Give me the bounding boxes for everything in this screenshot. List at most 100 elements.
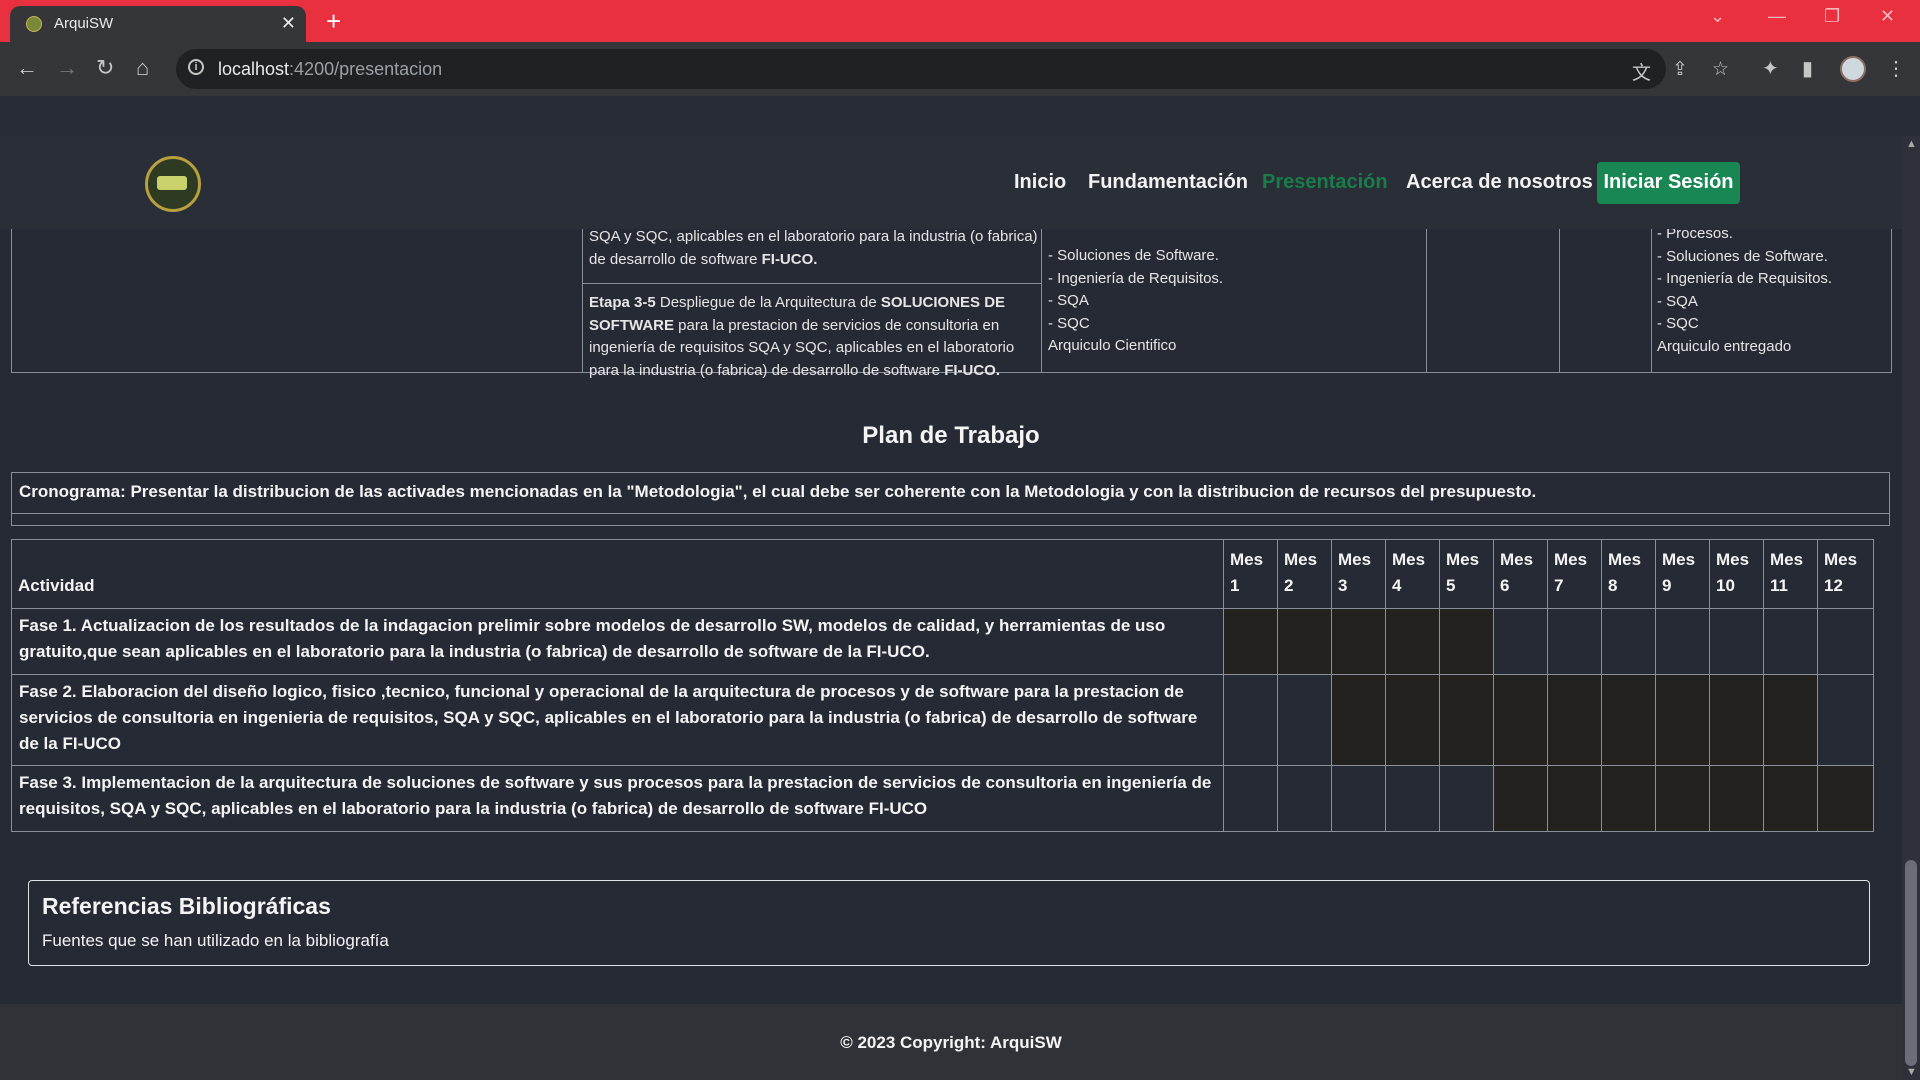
- product-line: - SQA: [1657, 292, 1698, 310]
- tab-search-icon[interactable]: ⌄: [1710, 6, 1725, 27]
- forward-icon[interactable]: →: [56, 55, 78, 81]
- month-cell-empty: [1277, 765, 1332, 832]
- month-cell-empty: [1223, 674, 1278, 766]
- month-cell-scheduled: [1601, 674, 1656, 766]
- copyright-text: © 2023 Copyright: ArquiSW: [840, 1033, 1062, 1052]
- url-host: localhost: [218, 59, 290, 79]
- month-cell-empty: [1331, 765, 1386, 832]
- month-cell-empty: [1547, 608, 1602, 675]
- minimize-icon[interactable]: —: [1768, 6, 1786, 27]
- month-cell-empty: [1223, 765, 1278, 832]
- cell-line: de desarrollo de software FI-UCO.: [589, 249, 1039, 272]
- scrollbar-thumb[interactable]: [1905, 860, 1917, 1066]
- header-month: Mes 11: [1763, 539, 1818, 609]
- month-cell-empty: [1709, 608, 1764, 675]
- header-month: Mes 2: [1277, 539, 1332, 609]
- table-cell-etapa-3-5: Etapa 3-5 Despliegue de la Arquitectura …: [589, 292, 1039, 382]
- table-row: Fase 3. Implementacion de la arquitectur…: [11, 765, 1874, 832]
- profile-avatar[interactable]: [1840, 56, 1866, 82]
- back-icon[interactable]: ←: [16, 55, 38, 81]
- product-line: Arquiculo Cientifico: [1048, 337, 1177, 354]
- month-cell-scheduled: [1493, 765, 1548, 832]
- login-button[interactable]: Iniciar Sesión: [1597, 162, 1740, 204]
- bookmark-star-icon[interactable]: ☆: [1712, 58, 1729, 81]
- month-cell-scheduled: [1439, 608, 1494, 675]
- month-cell-empty: [1601, 608, 1656, 675]
- header-month: Mes 10: [1709, 539, 1764, 609]
- page-content: Inicio Fundamentación Presentación Acerc…: [0, 136, 1902, 1080]
- product-line: - SQC: [1657, 315, 1699, 332]
- product-line: - SQC: [1048, 314, 1090, 332]
- month-cell-scheduled: [1547, 674, 1602, 766]
- month-cell-scheduled: [1763, 674, 1818, 766]
- browser-content-top-gap: [0, 96, 1920, 136]
- product-line: - Ingeniería de Requisitos.: [1657, 270, 1833, 287]
- url-text[interactable]: localhost:4200/presentacion: [218, 59, 442, 80]
- month-cell-empty: [1655, 608, 1710, 675]
- month-cell-scheduled: [1709, 674, 1764, 766]
- home-icon[interactable]: ⌂: [136, 55, 149, 81]
- menu-kebab-icon[interactable]: ⋮: [1886, 56, 1906, 81]
- nav-link-acerca[interactable]: Acerca de nosotros: [1406, 171, 1593, 194]
- table-header-row: Actividad Mes 1 Mes 2 Mes 3 Mes 4 Mes 5 …: [11, 539, 1874, 609]
- month-cell-scheduled: [1493, 674, 1548, 766]
- side-panel-icon[interactable]: ▮: [1802, 56, 1813, 81]
- references-card: Referencias Bibliográficas Fuentes que s…: [28, 880, 1870, 966]
- translate-icon[interactable]: 文: [1632, 58, 1651, 85]
- month-cell-scheduled: [1601, 765, 1656, 832]
- header-activity: Actividad: [11, 539, 1224, 609]
- header-month: Mes 7: [1547, 539, 1602, 609]
- month-cell-scheduled: [1763, 765, 1818, 832]
- reload-icon[interactable]: ↻: [96, 55, 114, 81]
- plan-title: Plan de Trabajo: [862, 422, 1040, 449]
- restore-icon[interactable]: ❐: [1824, 6, 1840, 27]
- header-month: Mes 12: [1817, 539, 1874, 609]
- nav-link-inicio[interactable]: Inicio: [1014, 171, 1066, 194]
- cronograma-empty-row: [11, 514, 1890, 526]
- cell-line: para la industria (o fabrica) de desarro…: [589, 360, 1039, 383]
- product-line: Arquiculo entregado: [1657, 337, 1792, 355]
- browser-tab-strip: ArquiSW ✕ + ⌄ — ❐ ✕: [0, 0, 1920, 42]
- page-scrollbar[interactable]: ▲ ▼: [1902, 136, 1920, 1080]
- extensions-icon[interactable]: ✦: [1762, 56, 1779, 81]
- logo-emblem-icon: [157, 176, 187, 190]
- month-cell-scheduled: [1331, 608, 1386, 675]
- work-plan-table: Actividad Mes 1 Mes 2 Mes 3 Mes 4 Mes 5 …: [11, 539, 1874, 832]
- month-cell-scheduled: [1655, 674, 1710, 766]
- site-logo[interactable]: [145, 156, 201, 212]
- table-cell-products: - Soluciones de Software. - Ingeniería d…: [1048, 245, 1418, 358]
- month-cell-scheduled: [1223, 608, 1278, 675]
- share-icon[interactable]: ⇪: [1672, 58, 1688, 81]
- references-subtitle: Fuentes que se han utilizado en la bibli…: [42, 931, 389, 950]
- product-line: - Soluciones de Software.: [1657, 247, 1828, 265]
- site-info-icon[interactable]: i: [188, 59, 204, 75]
- nav-link-fundamentacion[interactable]: Fundamentación: [1088, 171, 1248, 194]
- table-row: Fase 1. Actualizacion de los resultados …: [11, 608, 1874, 675]
- window-close-icon[interactable]: ✕: [1880, 6, 1895, 27]
- month-cell-empty: [1493, 608, 1548, 675]
- cell-text: de desarrollo de software: [589, 250, 762, 268]
- month-cell-empty: [1277, 674, 1332, 766]
- header-month: Mes 5: [1439, 539, 1494, 609]
- close-tab-icon[interactable]: ✕: [281, 13, 296, 33]
- cell-text: para la industria (o fabrica) de desarro…: [589, 361, 945, 379]
- scroll-down-icon[interactable]: ▼: [1906, 1066, 1917, 1078]
- header-month: Mes 6: [1493, 539, 1548, 609]
- site-favicon-icon: [26, 16, 42, 32]
- scroll-up-icon[interactable]: ▲: [1906, 138, 1917, 150]
- month-cell-empty: [1817, 674, 1874, 766]
- header-month: Mes 8: [1601, 539, 1656, 609]
- header-month: Mes 1: [1223, 539, 1278, 609]
- cell-text: para la prestacion de servicios de consu…: [674, 316, 1000, 334]
- browser-tab[interactable]: ArquiSW ✕: [10, 6, 306, 42]
- month-cell-scheduled: [1331, 674, 1386, 766]
- header-month: Mes 3: [1331, 539, 1386, 609]
- month-cell-empty: [1439, 765, 1494, 832]
- new-tab-icon[interactable]: +: [326, 6, 341, 36]
- address-bar[interactable]: i localhost:4200/presentacion 文 ⇪ ☆: [176, 49, 1729, 89]
- month-cell-scheduled: [1385, 674, 1440, 766]
- nav-link-presentacion[interactable]: Presentación: [1262, 171, 1388, 194]
- references-title: Referencias Bibliográficas: [42, 893, 331, 919]
- month-cell-scheduled: [1655, 765, 1710, 832]
- site-footer: © 2023 Copyright: ArquiSW: [0, 1004, 1902, 1080]
